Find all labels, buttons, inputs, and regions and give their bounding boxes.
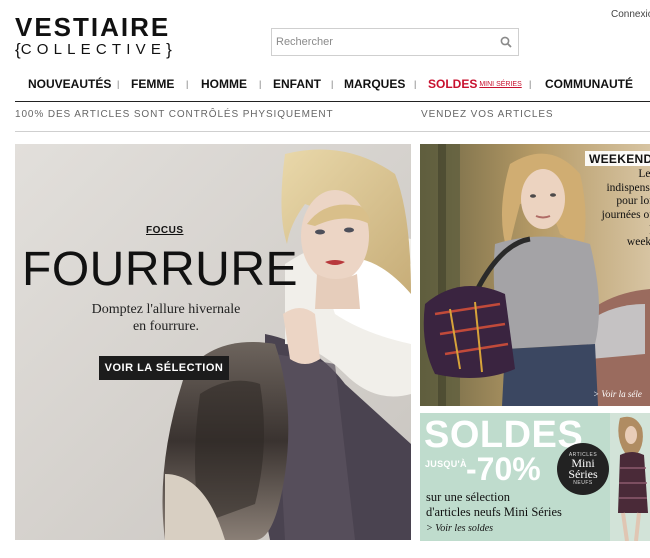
nav-separator: | <box>331 79 334 89</box>
sell-items-link[interactable]: VENDEZ VOS ARTICLES <box>421 109 554 120</box>
nav-item-soldes[interactable]: SOLDES MINI SÉRIES <box>428 77 522 91</box>
hero-description-line2: en fourrure. <box>132 319 200 334</box>
soldes-title: SOLDES <box>424 414 584 456</box>
search-box <box>271 28 519 56</box>
hero-description-line1: Domptez l'allure hivernale <box>91 302 241 317</box>
site-logo[interactable]: VESTIAIRE {COLLECTIVE} <box>15 14 193 58</box>
weekend-text-line2: indispensa <box>606 181 650 194</box>
nav-separator: | <box>186 79 189 89</box>
nav-separator: | <box>414 79 417 89</box>
soldes-upto: JUSQU'À <box>425 459 467 469</box>
soldes-percentage: -70% <box>466 451 541 487</box>
subnav-divider <box>15 131 650 132</box>
search-icon <box>500 36 512 48</box>
authenticity-banner[interactable]: 100% DES ARTICLES SONT CONTRÔLÉS PHYSIQU… <box>15 109 334 120</box>
weekend-text-line5: week- <box>626 235 650 248</box>
weekend-text-line1: Les <box>638 168 650 180</box>
hero-banner[interactable]: FOCUS FOURRURE Domptez l'allure hivernal… <box>15 144 411 540</box>
badge-line2: Séries <box>568 467 598 481</box>
nav-item-marques[interactable]: MARQUES <box>344 77 405 91</box>
nav-item-communaute[interactable]: COMMUNAUTÉ <box>545 77 633 91</box>
soldes-link[interactable]: > Voir les soldes <box>426 523 493 534</box>
nav-item-enfant[interactable]: ENFANT <box>273 77 321 91</box>
nav-item-homme[interactable]: HOMME <box>201 77 247 91</box>
weekend-text-line3: pour lon <box>616 195 650 207</box>
nav-separator: | <box>259 79 262 89</box>
nav-soldes-label: SOLDES <box>428 77 478 91</box>
mini-series-badge: ARTICLES Mini Séries NEUFS <box>557 443 609 495</box>
hero-photo <box>15 144 411 540</box>
nav-separator: | <box>117 79 120 89</box>
hero-cta-button[interactable]: VOIR LA SÉLECTION <box>99 356 229 380</box>
nav-separator: | <box>529 79 532 89</box>
weekend-link[interactable]: > Voir la séle <box>593 389 642 399</box>
badge-bottom-text: NEUFS <box>573 480 593 486</box>
logo-wordmark-bottom-text: COLLECTIVE <box>20 41 167 58</box>
nav-soldes-sublabel[interactable]: MINI SÉRIES <box>479 81 521 88</box>
hero-description: Domptez l'allure hivernale en fourrure. <box>76 301 256 335</box>
weekend-promo[interactable]: WEEKEND Les indispensa pour lon journées… <box>420 144 650 406</box>
nav-divider <box>15 101 650 102</box>
logo-wordmark-bottom: {COLLECTIVE} <box>15 41 193 58</box>
search-input[interactable] <box>272 29 494 55</box>
main-nav: NOUVEAUTÉS | FEMME | HOMME | ENFANT | MA… <box>0 72 650 98</box>
weekend-text: Les indispensa pour lon journées ou p we… <box>595 168 650 249</box>
soldes-description: sur une sélection d'articles neufs Mini … <box>426 490 586 520</box>
search-button[interactable] <box>494 29 518 55</box>
login-link[interactable]: Connexion <box>611 9 650 20</box>
logo-bracket-right: } <box>166 40 172 59</box>
nav-item-nouveautes[interactable]: NOUVEAUTÉS <box>28 77 111 91</box>
weekend-title: WEEKEND <box>585 151 650 166</box>
soldes-promo[interactable]: SOLDES JUSQU'À -70% ARTICLES Mini Séries… <box>420 413 650 541</box>
soldes-description-line2: d'articles neufs Mini Séries <box>426 505 562 519</box>
soldes-description-line1: sur une sélection <box>426 490 511 504</box>
nav-item-femme[interactable]: FEMME <box>131 77 174 91</box>
weekend-text-line4: journées ou p <box>601 208 650 235</box>
hero-title: FOURRURE <box>22 243 298 296</box>
logo-wordmark-top: VESTIAIRE <box>15 12 171 42</box>
hero-kicker: FOCUS <box>146 225 184 236</box>
